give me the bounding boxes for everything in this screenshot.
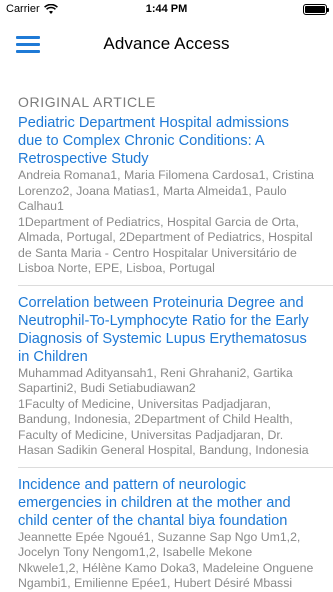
battery-icon xyxy=(303,4,329,15)
article-item[interactable]: Incidence and pattern of neurologic emer… xyxy=(0,476,333,592)
article-affiliation: 1Department of Pediatrics, Hospital Garc… xyxy=(18,214,313,276)
article-authors: Andreia Romana1, Maria Filomena Cardosa1… xyxy=(18,168,314,213)
article-authors: Jeannette Epée Ngoué1, Suzanne Sap Ngo U… xyxy=(18,529,314,592)
page-title: Advance Access xyxy=(103,34,230,53)
status-bar: Carrier 1:44 PM xyxy=(0,0,333,20)
section-header: ORIGINAL ARTICLE xyxy=(18,94,156,110)
article-affiliation: 1Faculty of Medicine, Universitas Padjad… xyxy=(18,396,309,458)
article-item[interactable]: Correlation between Proteinuria Degree a… xyxy=(0,294,333,459)
status-time: 1:44 PM xyxy=(145,3,188,15)
nav-bar: Advance Access xyxy=(0,20,333,68)
article-list[interactable]: ORIGINAL ARTICLE Pediatric Department Ho… xyxy=(0,88,333,592)
divider xyxy=(18,284,333,286)
article-item[interactable]: Pediatric Department Hospital admissions… xyxy=(0,114,333,277)
article-title-link[interactable]: Correlation between Proteinuria Degree a… xyxy=(18,294,315,366)
article-title-link[interactable]: Pediatric Department Hospital admissions… xyxy=(18,114,315,168)
divider xyxy=(18,466,333,468)
article-title-link[interactable]: Incidence and pattern of neurologic emer… xyxy=(18,476,315,530)
article-authors: Muhammad Adityansah1, Reni Ghrahani2, Ga… xyxy=(18,365,293,396)
